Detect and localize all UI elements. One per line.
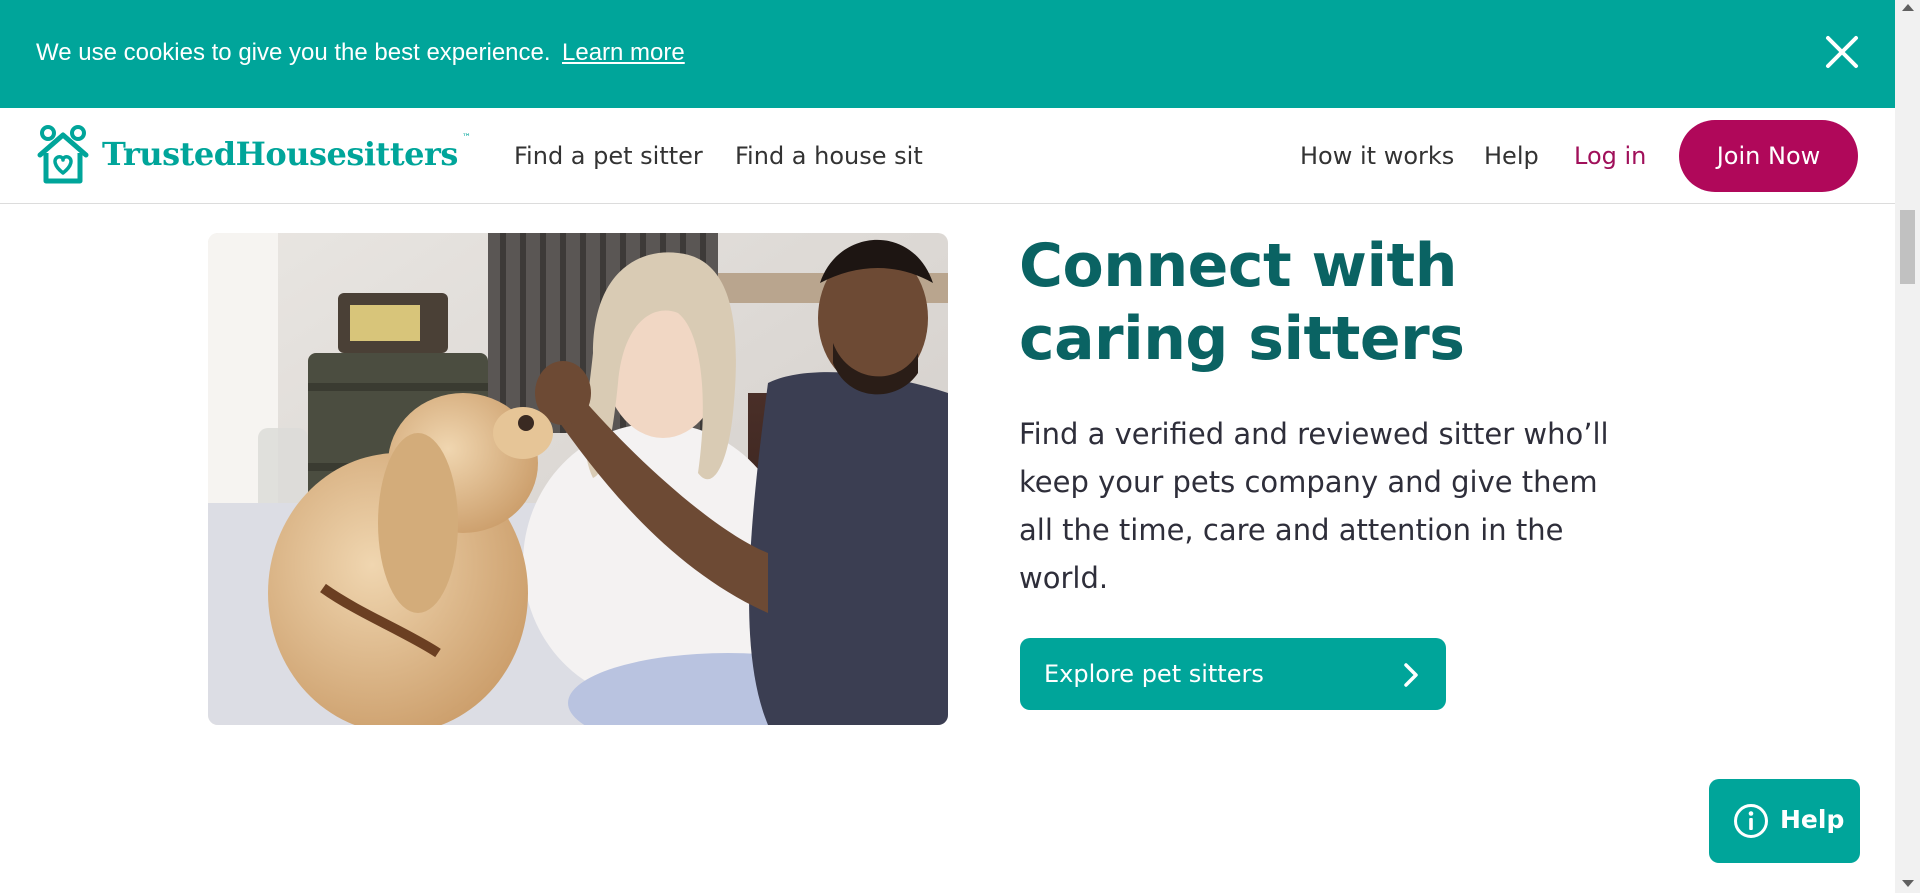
chevron-right-icon (1404, 663, 1418, 687)
join-now-button[interactable]: Join Now (1679, 120, 1858, 192)
logo-trademark: ™ (462, 133, 471, 143)
login-link[interactable]: Log in (1574, 142, 1646, 170)
info-icon (1734, 804, 1768, 838)
hero-headline-line2: caring sitters (1019, 304, 1465, 374)
site-logo[interactable]: TrustedHousesitters ™ (34, 123, 474, 187)
help-widget-button[interactable]: Help (1709, 779, 1860, 863)
nav-help[interactable]: Help (1484, 142, 1539, 170)
hero-description: Find a verified and reviewed sitter who’… (1019, 417, 1609, 595)
nav-find-pet-sitter[interactable]: Find a pet sitter (514, 142, 703, 170)
scroll-down-arrow-icon[interactable] (1902, 880, 1914, 887)
nav-find-house-sit[interactable]: Find a house sit (735, 142, 923, 170)
scroll-up-arrow-icon[interactable] (1902, 4, 1914, 11)
house-heart-icon (37, 125, 89, 184)
logo-wordmark: TrustedHousesitters (102, 135, 458, 173)
cookie-learn-more-link[interactable]: Learn more (562, 39, 685, 67)
hero-headline-line1: Connect with (1019, 231, 1457, 301)
cookie-banner: We use cookies to give you the best expe… (0, 0, 1895, 108)
nav-how-it-works[interactable]: How it works (1300, 142, 1454, 170)
site-header: TrustedHousesitters ™ Find a pet sitter … (0, 108, 1895, 204)
page-scrollbar[interactable] (1895, 0, 1920, 893)
help-widget-label: Help (1780, 805, 1845, 834)
hero-headline: Connect with caring sitters (1019, 230, 1579, 376)
explore-pet-sitters-button[interactable]: Explore pet sitters (1020, 638, 1446, 710)
hero-photo (208, 233, 948, 725)
cookie-message: We use cookies to give you the best expe… (36, 39, 551, 66)
explore-button-label: Explore pet sitters (1044, 660, 1264, 688)
sitters-with-dog-image (208, 233, 948, 725)
close-icon[interactable] (1822, 32, 1862, 72)
scrollbar-thumb[interactable] (1900, 210, 1915, 284)
